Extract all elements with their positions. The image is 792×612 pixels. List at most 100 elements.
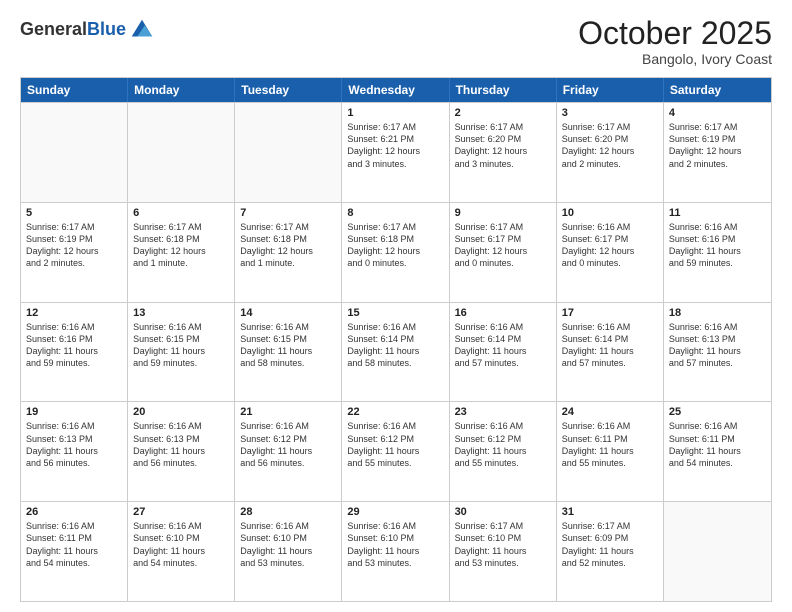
cal-cell-day-27: 27Sunrise: 6:16 AM Sunset: 6:10 PM Dayli… <box>128 502 235 601</box>
cal-row-2: 5 Sunrise: 6:17 AM Sunset: 6:19 PM Daylig… <box>21 202 771 302</box>
cal-cell-day-31: 31Sunrise: 6:17 AM Sunset: 6:09 PM Dayli… <box>557 502 664 601</box>
cell-info: Sunrise: 6:17 AM Sunset: 6:18 PM Dayligh… <box>347 221 443 270</box>
month-title: October 2025 <box>578 16 772 51</box>
cell-info: Sunrise: 6:17 AM Sunset: 6:19 PM Dayligh… <box>26 221 122 270</box>
day-number: 30 <box>455 506 551 518</box>
day-number: 6 <box>133 207 229 219</box>
calendar-page: GeneralBlue October 2025 Bangolo, Ivory … <box>0 0 792 612</box>
cal-cell-day-21: 21 Sunrise: 6:16 AM Sunset: 6:12 PM Dayli… <box>235 402 342 501</box>
cal-cell-day-9: 9 Sunrise: 6:17 AM Sunset: 6:17 PM Daylig… <box>450 203 557 302</box>
day-number: 13 <box>133 307 229 319</box>
cal-cell-day-12: 12Sunrise: 6:16 AM Sunset: 6:16 PM Dayli… <box>21 303 128 402</box>
cal-cell-day-10: 10 Sunrise: 6:16 AM Sunset: 6:17 PM Dayli… <box>557 203 664 302</box>
cal-cell-day-4: 4 Sunrise: 6:17 AM Sunset: 6:19 PM Daylig… <box>664 103 771 202</box>
cell-info: Sunrise: 6:16 AM Sunset: 6:10 PM Dayligh… <box>240 520 336 569</box>
cal-cell-day-2: 2Sunrise: 6:17 AM Sunset: 6:20 PM Daylig… <box>450 103 557 202</box>
cal-header-monday: Monday <box>128 78 235 102</box>
day-number: 4 <box>669 107 766 119</box>
location-title: Bangolo, Ivory Coast <box>578 51 772 67</box>
cal-cell-empty <box>21 103 128 202</box>
cal-cell-day-13: 13 Sunrise: 6:16 AM Sunset: 6:15 PM Dayli… <box>128 303 235 402</box>
cal-cell-day-6: 6 Sunrise: 6:17 AM Sunset: 6:18 PM Daylig… <box>128 203 235 302</box>
day-number: 20 <box>133 406 229 418</box>
cell-info: Sunrise: 6:17 AM Sunset: 6:18 PM Dayligh… <box>133 221 229 270</box>
cal-cell-day-18: 18Sunrise: 6:16 AM Sunset: 6:13 PM Dayli… <box>664 303 771 402</box>
cal-header-thursday: Thursday <box>450 78 557 102</box>
cal-cell-day-26: 26Sunrise: 6:16 AM Sunset: 6:11 PM Dayli… <box>21 502 128 601</box>
cell-info: Sunrise: 6:17 AM Sunset: 6:20 PM Dayligh… <box>562 121 658 170</box>
cal-cell-day-17: 17 Sunrise: 6:16 AM Sunset: 6:14 PM Dayli… <box>557 303 664 402</box>
day-number: 5 <box>26 207 122 219</box>
cal-cell-empty <box>664 502 771 601</box>
cal-cell-day-20: 20Sunrise: 6:16 AM Sunset: 6:13 PM Dayli… <box>128 402 235 501</box>
logo-general-text: General <box>20 19 87 39</box>
cal-cell-day-5: 5 Sunrise: 6:17 AM Sunset: 6:19 PM Daylig… <box>21 203 128 302</box>
cell-info: Sunrise: 6:16 AM Sunset: 6:14 PM Dayligh… <box>455 321 551 370</box>
day-number: 2 <box>455 107 551 119</box>
logo-blue-text: Blue <box>87 19 126 39</box>
header: GeneralBlue October 2025 Bangolo, Ivory … <box>20 16 772 67</box>
cal-cell-day-1: 1Sunrise: 6:17 AM Sunset: 6:21 PM Daylig… <box>342 103 449 202</box>
cal-cell-day-23: 23Sunrise: 6:16 AM Sunset: 6:12 PM Dayli… <box>450 402 557 501</box>
day-number: 9 <box>455 207 551 219</box>
cell-info: Sunrise: 6:16 AM Sunset: 6:14 PM Dayligh… <box>562 321 658 370</box>
day-number: 7 <box>240 207 336 219</box>
cal-cell-day-19: 19 Sunrise: 6:16 AM Sunset: 6:13 PM Dayli… <box>21 402 128 501</box>
cell-info: Sunrise: 6:16 AM Sunset: 6:17 PM Dayligh… <box>562 221 658 270</box>
cell-info: Sunrise: 6:16 AM Sunset: 6:12 PM Dayligh… <box>240 420 336 469</box>
cal-cell-day-25: 25 Sunrise: 6:16 AM Sunset: 6:11 PM Dayli… <box>664 402 771 501</box>
cell-info: Sunrise: 6:16 AM Sunset: 6:13 PM Dayligh… <box>669 321 766 370</box>
cal-header-sunday: Sunday <box>21 78 128 102</box>
day-number: 12 <box>26 307 122 319</box>
day-number: 31 <box>562 506 658 518</box>
cell-info: Sunrise: 6:16 AM Sunset: 6:10 PM Dayligh… <box>347 520 443 569</box>
cal-cell-day-28: 28 Sunrise: 6:16 AM Sunset: 6:10 PM Dayli… <box>235 502 342 601</box>
cal-header-wednesday: Wednesday <box>342 78 449 102</box>
cell-info: Sunrise: 6:17 AM Sunset: 6:21 PM Dayligh… <box>347 121 443 170</box>
cal-cell-day-11: 11 Sunrise: 6:16 AM Sunset: 6:16 PM Dayli… <box>664 203 771 302</box>
cal-row-3: 12Sunrise: 6:16 AM Sunset: 6:16 PM Dayli… <box>21 302 771 402</box>
cal-cell-day-24: 24Sunrise: 6:16 AM Sunset: 6:11 PM Dayli… <box>557 402 664 501</box>
cell-info: Sunrise: 6:17 AM Sunset: 6:17 PM Dayligh… <box>455 221 551 270</box>
day-number: 19 <box>26 406 122 418</box>
day-number: 28 <box>240 506 336 518</box>
cell-info: Sunrise: 6:16 AM Sunset: 6:16 PM Dayligh… <box>669 221 766 270</box>
calendar-header-row: SundayMondayTuesdayWednesdayThursdayFrid… <box>21 78 771 102</box>
cell-info: Sunrise: 6:17 AM Sunset: 6:10 PM Dayligh… <box>455 520 551 569</box>
day-number: 16 <box>455 307 551 319</box>
cal-cell-day-15: 15 Sunrise: 6:16 AM Sunset: 6:14 PM Dayli… <box>342 303 449 402</box>
cal-cell-empty <box>235 103 342 202</box>
cell-info: Sunrise: 6:17 AM Sunset: 6:18 PM Dayligh… <box>240 221 336 270</box>
day-number: 11 <box>669 207 766 219</box>
calendar: SundayMondayTuesdayWednesdayThursdayFrid… <box>20 77 772 602</box>
cal-cell-day-14: 14Sunrise: 6:16 AM Sunset: 6:15 PM Dayli… <box>235 303 342 402</box>
logo: GeneralBlue <box>20 16 156 44</box>
cell-info: Sunrise: 6:16 AM Sunset: 6:14 PM Dayligh… <box>347 321 443 370</box>
cal-cell-empty <box>128 103 235 202</box>
cell-info: Sunrise: 6:16 AM Sunset: 6:12 PM Dayligh… <box>455 420 551 469</box>
cell-info: Sunrise: 6:16 AM Sunset: 6:12 PM Dayligh… <box>347 420 443 469</box>
cell-info: Sunrise: 6:16 AM Sunset: 6:10 PM Dayligh… <box>133 520 229 569</box>
cal-cell-day-7: 7 Sunrise: 6:17 AM Sunset: 6:18 PM Daylig… <box>235 203 342 302</box>
calendar-body: 1Sunrise: 6:17 AM Sunset: 6:21 PM Daylig… <box>21 102 771 601</box>
day-number: 10 <box>562 207 658 219</box>
logo-icon <box>128 16 156 44</box>
cell-info: Sunrise: 6:16 AM Sunset: 6:13 PM Dayligh… <box>26 420 122 469</box>
day-number: 15 <box>347 307 443 319</box>
cal-row-4: 19 Sunrise: 6:16 AM Sunset: 6:13 PM Dayli… <box>21 401 771 501</box>
cell-info: Sunrise: 6:16 AM Sunset: 6:11 PM Dayligh… <box>669 420 766 469</box>
cell-info: Sunrise: 6:16 AM Sunset: 6:11 PM Dayligh… <box>562 420 658 469</box>
cal-cell-day-8: 8 Sunrise: 6:17 AM Sunset: 6:18 PM Daylig… <box>342 203 449 302</box>
cal-cell-day-29: 29Sunrise: 6:16 AM Sunset: 6:10 PM Dayli… <box>342 502 449 601</box>
day-number: 21 <box>240 406 336 418</box>
cal-row-5: 26Sunrise: 6:16 AM Sunset: 6:11 PM Dayli… <box>21 501 771 601</box>
cell-info: Sunrise: 6:16 AM Sunset: 6:15 PM Dayligh… <box>240 321 336 370</box>
day-number: 8 <box>347 207 443 219</box>
cal-row-1: 1Sunrise: 6:17 AM Sunset: 6:21 PM Daylig… <box>21 102 771 202</box>
day-number: 25 <box>669 406 766 418</box>
cell-info: Sunrise: 6:16 AM Sunset: 6:15 PM Dayligh… <box>133 321 229 370</box>
cell-info: Sunrise: 6:17 AM Sunset: 6:19 PM Dayligh… <box>669 121 766 170</box>
cal-header-friday: Friday <box>557 78 664 102</box>
cal-cell-day-22: 22Sunrise: 6:16 AM Sunset: 6:12 PM Dayli… <box>342 402 449 501</box>
day-number: 17 <box>562 307 658 319</box>
